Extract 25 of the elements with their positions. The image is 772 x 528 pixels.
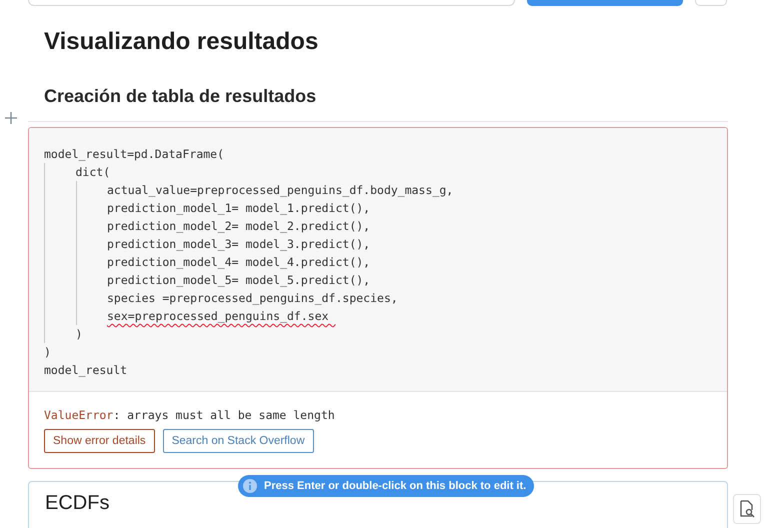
document-search-icon <box>739 500 755 518</box>
input-field[interactable] <box>28 0 515 6</box>
tooltip-text: Press Enter or double-click on this block to edit it. <box>264 480 526 492</box>
code-cell[interactable] <box>28 127 728 469</box>
document-search-button[interactable] <box>733 494 761 524</box>
code-line: prediction_model_3= model_3.predict(), <box>107 236 370 253</box>
code-line: sex=preprocessed_penguins_df.sex <box>107 308 330 325</box>
code-line: model_result <box>44 362 128 379</box>
code-line: prediction_model_5= model_5.predict(), <box>107 272 370 289</box>
code-line: prediction_model_2= model_2.predict(), <box>107 218 370 235</box>
code-line: dict( <box>76 164 110 181</box>
subsection-heading: Creación de tabla de resultados <box>44 86 318 107</box>
code-line: prediction_model_1= model_1.predict(), <box>107 200 370 217</box>
code-line: actual_value=preprocessed_penguins_df.body_mass_g, <box>107 182 454 199</box>
show-details-button[interactable]: Show error details <box>44 429 155 453</box>
code-line: model_result=pd.DataFrame( <box>44 146 224 163</box>
info-icon <box>242 478 258 494</box>
code-line: prediction_model_4= model_4.predict(), <box>107 254 370 271</box>
section-heading: Visualizando resultados <box>44 28 320 56</box>
cell-heading: ECDFs <box>45 492 110 514</box>
error-message: ValueError: arrays must all be same length <box>44 408 336 422</box>
code-line: species =preprocessed_penguins_df.species, <box>107 290 398 307</box>
code-line: ) <box>76 326 82 343</box>
search-button[interactable]: Search on Stack Overflow <box>162 429 314 453</box>
code-line: ) <box>44 344 51 361</box>
